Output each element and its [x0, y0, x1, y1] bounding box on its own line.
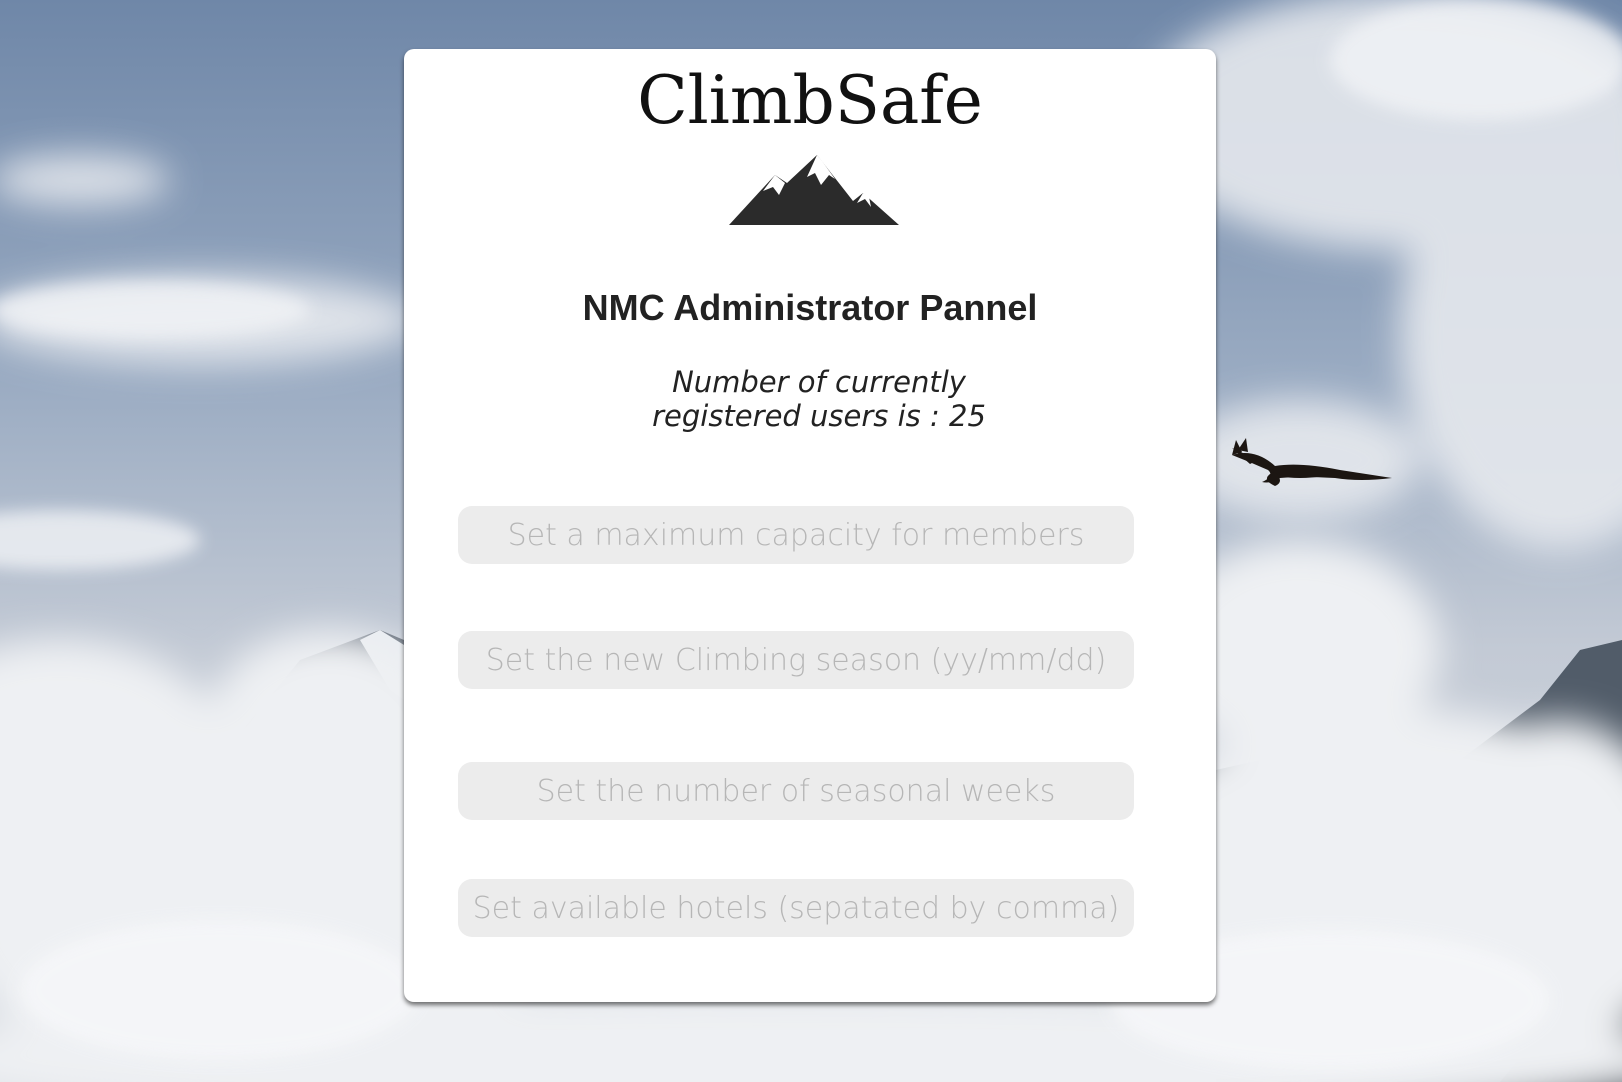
panel-heading: NMC Administrator Pannel	[582, 287, 1038, 328]
admin-panel-card: ClimbSafe NMC Administrator Pannel Numbe…	[404, 49, 1216, 1002]
max-capacity-input[interactable]	[458, 506, 1134, 564]
seasonal-weeks-input[interactable]	[458, 762, 1134, 820]
available-hotels-input[interactable]	[458, 879, 1134, 937]
climbing-season-input[interactable]	[458, 631, 1134, 689]
app-title: ClimbSafe	[637, 62, 983, 139]
mountain-icon	[729, 153, 899, 227]
registered-users-count: Number of currently registered users is …	[652, 365, 986, 433]
